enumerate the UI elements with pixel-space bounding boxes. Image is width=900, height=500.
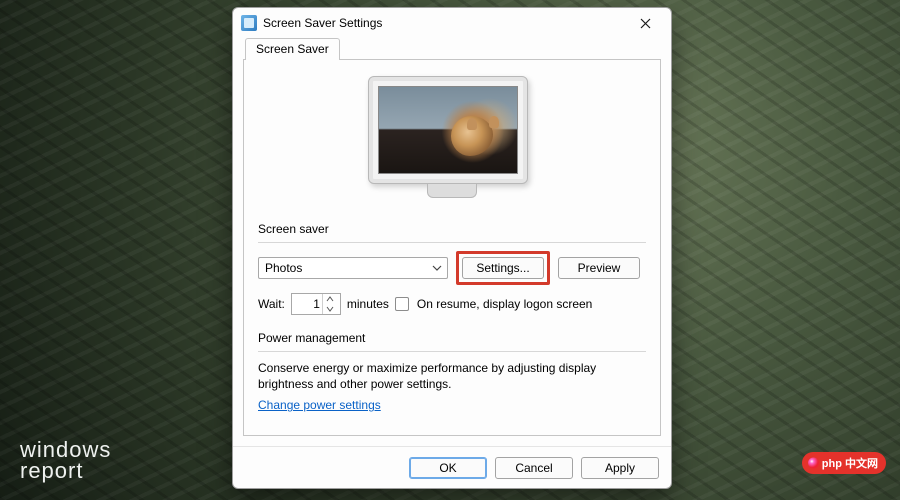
watermark-line2: report [20, 461, 111, 482]
apply-button[interactable]: Apply [581, 457, 659, 479]
tutorial-highlight: Settings... [456, 251, 550, 285]
monitor-screen [378, 86, 518, 174]
ok-button[interactable]: OK [409, 457, 487, 479]
chevron-up-icon [326, 296, 334, 302]
wait-row: Wait: minutes On resume, display logon s… [258, 293, 646, 315]
resume-checkbox-label: On resume, display logon screen [417, 297, 592, 311]
screensaver-app-icon [241, 15, 257, 31]
wait-unit: minutes [347, 297, 389, 311]
preview-button[interactable]: Preview [558, 257, 640, 279]
power-group-label: Power management [258, 331, 646, 345]
close-button[interactable] [625, 11, 665, 35]
settings-button[interactable]: Settings... [462, 257, 544, 279]
watermark-right-prefix: php [822, 458, 842, 470]
watermark-php-cn: php 中文网 [802, 452, 886, 474]
watermark-right-text: 中文网 [845, 458, 878, 470]
screensaver-select-value: Photos [265, 261, 302, 275]
wait-input[interactable] [292, 295, 322, 313]
power-description: Conserve energy or maximize performance … [258, 360, 646, 392]
wait-label: Wait: [258, 297, 285, 311]
screensaver-group-label: Screen saver [258, 222, 646, 236]
divider [258, 242, 646, 243]
screensaver-controls-row: Photos Settings... Preview [258, 251, 646, 285]
watermark-windowsreport: windows report [20, 440, 111, 482]
cancel-button[interactable]: Cancel [495, 457, 573, 479]
tab-strip: Screen Saver [243, 38, 661, 60]
monitor-frame [368, 76, 528, 184]
monitor-stand [427, 184, 477, 198]
dialog-content: Screen Saver Screen saver Photos [233, 38, 671, 446]
screensaver-select[interactable]: Photos [258, 257, 448, 279]
change-power-settings-link[interactable]: Change power settings [258, 398, 381, 412]
dialog-footer: OK Cancel Apply [233, 446, 671, 488]
power-management-section: Power management Conserve energy or maxi… [258, 329, 646, 412]
divider [258, 351, 646, 352]
monitor-graphic [368, 76, 536, 208]
titlebar[interactable]: Screen Saver Settings [233, 8, 671, 38]
tab-panel: Screen saver Photos Settings... Preview … [243, 60, 661, 436]
wait-spinner[interactable] [291, 293, 341, 315]
close-icon [640, 18, 651, 29]
resume-checkbox[interactable] [395, 297, 409, 311]
preview-image-cougar [379, 87, 517, 173]
spinner-down[interactable] [322, 304, 338, 314]
window-title: Screen Saver Settings [263, 16, 625, 30]
chevron-down-icon [431, 262, 443, 274]
spinner-up[interactable] [322, 294, 338, 304]
preview-area [258, 70, 646, 220]
tab-screen-saver[interactable]: Screen Saver [245, 38, 340, 60]
chevron-down-icon [326, 306, 334, 312]
screen-saver-settings-dialog: Screen Saver Settings Screen Saver [232, 7, 672, 489]
